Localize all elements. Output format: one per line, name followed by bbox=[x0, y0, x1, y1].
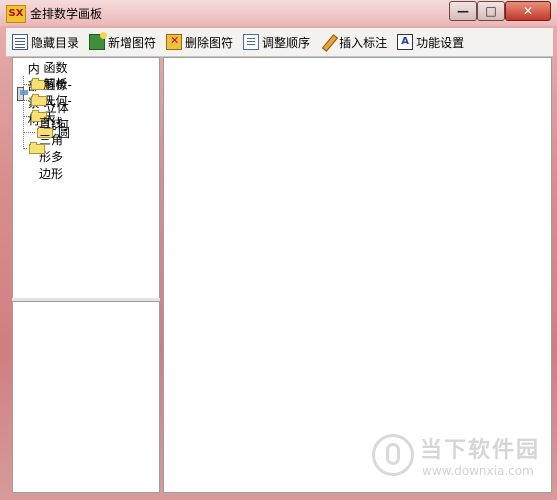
pencil-icon bbox=[320, 34, 336, 50]
function-settings-button[interactable]: A 功能设置 bbox=[397, 34, 464, 51]
add-symbol-icon bbox=[89, 32, 108, 50]
watermark: 当下软件园 www.downxia.com bbox=[372, 430, 542, 490]
watermark-text: 当下软件园 bbox=[420, 438, 541, 463]
close-icon: ✕ bbox=[522, 4, 534, 18]
tree-item[interactable]: 直线三角形多边形 bbox=[23, 116, 70, 181]
window-title: 金排数学画板 bbox=[30, 7, 103, 21]
delete-symbol-icon bbox=[166, 34, 183, 50]
toolbar-label: 新增图符 bbox=[108, 35, 157, 50]
app-window: SX 金排数学画板 — □ ✕ 隐藏目录 新增图符 删除图符 调整顺序 插入标注… bbox=[0, 0, 557, 500]
title-bar: SX 金排数学画板 — □ ✕ bbox=[0, 0, 557, 26]
toolbar: 隐藏目录 新增图符 删除图符 调整顺序 插入标注 A 功能设置 bbox=[6, 28, 553, 57]
symbol-list-panel[interactable] bbox=[12, 301, 160, 493]
list-icon bbox=[12, 34, 28, 50]
folder-icon bbox=[28, 142, 46, 154]
add-symbol-button[interactable]: 新增图符 bbox=[89, 32, 157, 51]
folder-icon bbox=[30, 78, 47, 90]
toolbar-label: 功能设置 bbox=[416, 35, 465, 50]
minimize-icon: — bbox=[457, 4, 469, 18]
insert-annotation-button[interactable]: 插入标注 bbox=[320, 34, 387, 51]
toolbar-label: 删除图符 bbox=[185, 35, 234, 50]
reorder-icon bbox=[243, 34, 260, 50]
maximize-button[interactable]: □ bbox=[477, 1, 505, 21]
watermark-url: www.downxia.com bbox=[422, 464, 534, 478]
directory-tree-panel: 内部素材 函数图像-大 解析几何-大 立体几何 圆 直线三角形多边形 bbox=[12, 57, 160, 299]
reorder-button[interactable]: 调整顺序 bbox=[243, 34, 310, 51]
app-logo-icon: SX bbox=[6, 5, 26, 23]
canvas-panel[interactable] bbox=[163, 57, 552, 493]
hide-directory-button[interactable]: 隐藏目录 bbox=[12, 34, 79, 51]
toolbar-label: 插入标注 bbox=[339, 35, 388, 50]
toolbar-label: 隐藏目录 bbox=[31, 35, 80, 50]
settings-ab-icon: A bbox=[397, 34, 414, 50]
folder-icon bbox=[30, 94, 47, 106]
maximize-icon: □ bbox=[485, 4, 497, 18]
toolbar-label: 调整顺序 bbox=[262, 35, 311, 50]
watermark-logo-icon bbox=[372, 434, 414, 476]
close-button[interactable]: ✕ bbox=[505, 1, 551, 21]
delete-symbol-button[interactable]: 删除图符 bbox=[166, 34, 233, 51]
minimize-button[interactable]: — bbox=[449, 1, 477, 21]
